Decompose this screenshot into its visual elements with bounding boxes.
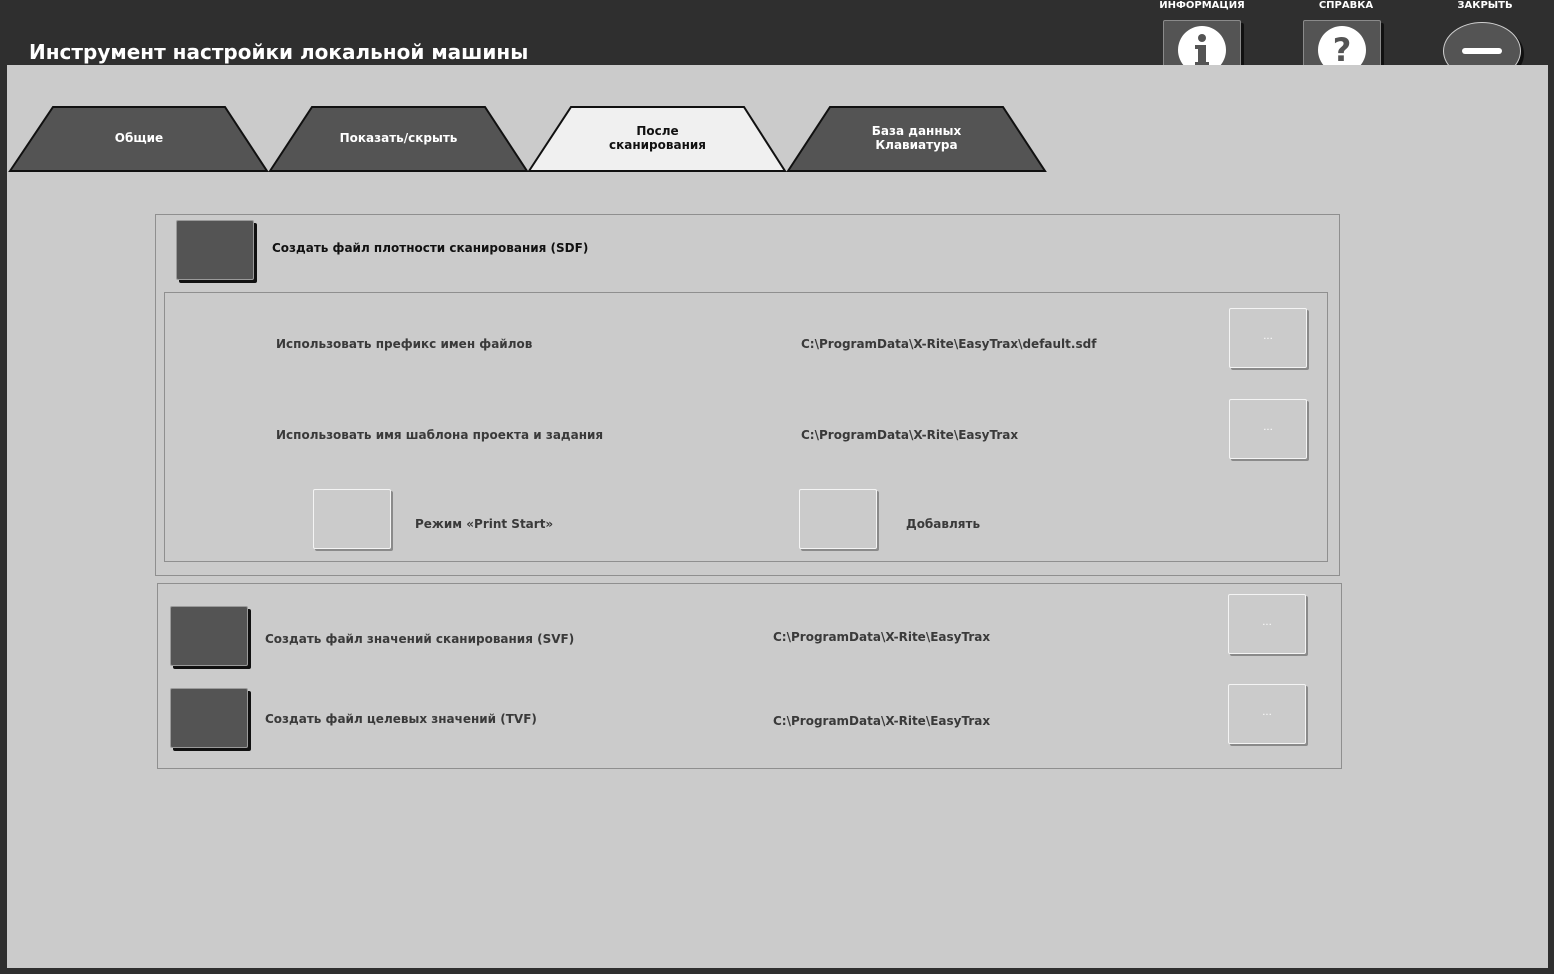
content-area: Общие Показать/скрыть После сканирования…	[7, 65, 1548, 968]
print-start-checkbox[interactable]	[313, 489, 391, 549]
svf-checkbox-label: Создать файл значений сканирования (SVF)	[265, 632, 575, 646]
prefix-label: Использовать префикс имен файлов	[276, 337, 533, 351]
print-start-label: Режим «Print Start»	[415, 517, 554, 531]
tvf-checkbox[interactable]	[170, 688, 248, 748]
template-label: Использовать имя шаблона проекта и задан…	[276, 428, 604, 442]
tvf-path: C:\ProgramData\X-Rite\EasyTrax	[773, 714, 991, 728]
prefix-browse-button[interactable]: ...	[1229, 308, 1307, 368]
tab-afterscan[interactable]: После сканирования	[571, 124, 744, 152]
tab-database-keyboard[interactable]: База данных Клавиатура	[830, 124, 1003, 152]
tab-shapes	[8, 106, 1047, 172]
tvf-browse-button[interactable]: ...	[1228, 684, 1306, 744]
svf-browse-button[interactable]: ...	[1228, 594, 1306, 654]
close-label: ЗАКРЫТЬ	[1457, 0, 1513, 11]
sdf-checkbox[interactable]	[176, 220, 254, 280]
tab-general[interactable]: Общие	[53, 131, 225, 145]
prefix-path: C:\ProgramData\X-Rite\EasyTrax\default.s…	[801, 337, 1097, 351]
app-title: Инструмент настройки локальной машины	[29, 40, 529, 64]
svf-tvf-panel: Создать файл значений сканирования (SVF)…	[157, 583, 1342, 769]
info-label: ИНФОРМАЦИЯ	[1159, 0, 1245, 11]
template-path: C:\ProgramData\X-Rite\EasyTrax	[801, 428, 1019, 442]
tvf-checkbox-label: Создать файл целевых значений (TVF)	[265, 712, 537, 726]
sdf-options-panel: Использовать префикс имен файлов C:\Prog…	[164, 292, 1328, 562]
sdf-checkbox-label: Создать файл плотности сканирования (SDF…	[272, 241, 589, 255]
template-browse-button[interactable]: ...	[1229, 399, 1307, 459]
tab-showhide[interactable]: Показать/скрыть	[312, 131, 485, 145]
help-label: СПРАВКА	[1318, 0, 1374, 11]
minus-icon	[1462, 48, 1502, 54]
svf-path: C:\ProgramData\X-Rite\EasyTrax	[773, 630, 991, 644]
svg-text:?: ?	[1333, 31, 1352, 69]
sdf-panel: Создать файл плотности сканирования (SDF…	[155, 214, 1340, 576]
append-label: Добавлять	[906, 517, 981, 531]
append-checkbox[interactable]	[799, 489, 877, 549]
svf-checkbox[interactable]	[170, 606, 248, 666]
